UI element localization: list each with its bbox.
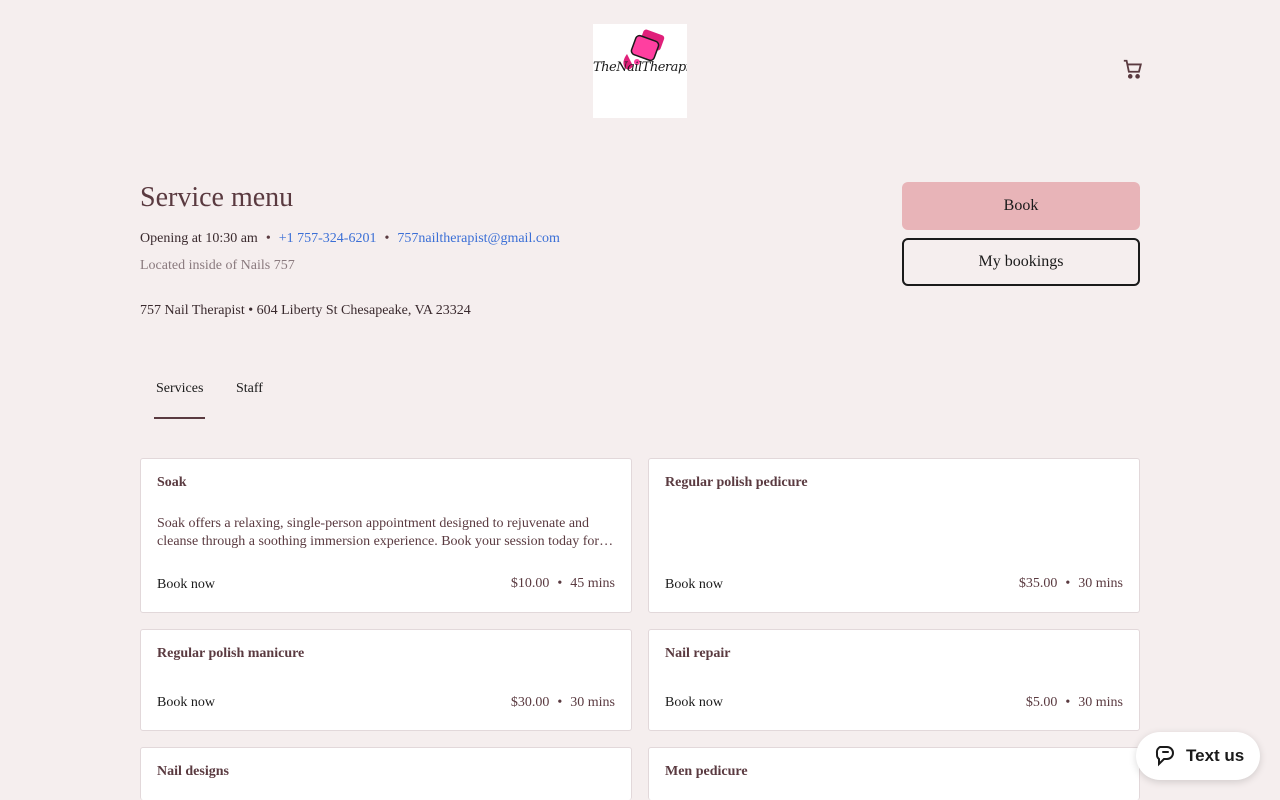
service-name: Soak [157, 475, 187, 490]
phone-link[interactable]: +1 757-324-6201 [279, 231, 377, 246]
business-info: Opening at 10:30 am • +1 757-324-6201 • 757n… [140, 231, 560, 247]
service-meta: $10.00 • 45 mins [511, 576, 615, 592]
service-price: $10.00 [510, 576, 550, 591]
service-price: $5.00 [1025, 695, 1058, 710]
page-title: Service menu [140, 182, 294, 213]
text-us-label: Text us [1186, 746, 1245, 765]
service-name: Regular polish manicure [157, 646, 305, 661]
service-name: Nail repair [665, 646, 731, 661]
book-now-link[interactable]: Book now [665, 577, 723, 593]
service-duration: 45 mins [570, 576, 615, 591]
service-price: $35.00 [1018, 576, 1058, 591]
logo-text: TheNailTherapist [593, 60, 687, 75]
service-card-soak[interactable]: Soak Soak offers a relaxing, single-pers… [140, 458, 632, 613]
book-now-link[interactable]: Book now [157, 695, 215, 711]
separator: • [557, 695, 563, 710]
service-name: Men pedicure [665, 764, 748, 779]
service-meta: $5.00 • 30 mins [1026, 695, 1123, 711]
my-bookings-button[interactable]: My bookings [902, 238, 1140, 286]
location-note: Located inside of Nails 757 [140, 258, 295, 273]
service-card-men-pedicure[interactable]: Men pedicure [648, 747, 1140, 800]
text-us-button[interactable]: Text us [1136, 732, 1260, 780]
logo[interactable]: TheNailTherapist [593, 24, 687, 118]
tab-staff[interactable]: Staff [236, 381, 263, 397]
separator: • [557, 576, 563, 591]
service-name: Nail designs [157, 764, 229, 779]
separator: • [384, 231, 390, 246]
service-duration: 30 mins [570, 695, 615, 710]
service-duration: 30 mins [1078, 695, 1123, 710]
chat-bubble-icon [1155, 746, 1174, 767]
book-now-link[interactable]: Book now [157, 577, 215, 593]
separator: • [1065, 695, 1071, 710]
service-meta: $30.00 • 30 mins [511, 695, 615, 711]
service-price: $30.00 [510, 695, 550, 710]
book-now-link[interactable]: Book now [665, 695, 723, 711]
tab-services[interactable]: Services [156, 381, 203, 397]
separator: • [265, 231, 271, 246]
service-card-nail-repair[interactable]: Nail repair Book now $5.00 • 30 mins [648, 629, 1140, 731]
service-meta: $35.00 • 30 mins [1019, 576, 1123, 592]
active-tab-indicator [154, 417, 205, 419]
separator: • [1065, 576, 1071, 591]
service-card-regular-polish-pedicure[interactable]: Regular polish pedicure Book now $35.00 •… [648, 458, 1140, 613]
email-link[interactable]: 757nailtherapist@gmail.com [397, 231, 560, 246]
book-button[interactable]: Book [902, 182, 1140, 230]
cart-icon[interactable] [1122, 58, 1144, 80]
opening-hours: Opening at 10:30 am [140, 231, 258, 246]
service-card-nail-designs[interactable]: Nail designs [140, 747, 632, 800]
service-description: Soak offers a relaxing, single-person ap… [157, 516, 614, 549]
service-card-regular-polish-manicure[interactable]: Regular polish manicure Book now $30.00 •… [140, 629, 632, 731]
business-address: 757 Nail Therapist • 604 Liberty St Ches… [140, 303, 471, 318]
service-name: Regular polish pedicure [665, 475, 808, 490]
service-duration: 30 mins [1078, 576, 1123, 591]
